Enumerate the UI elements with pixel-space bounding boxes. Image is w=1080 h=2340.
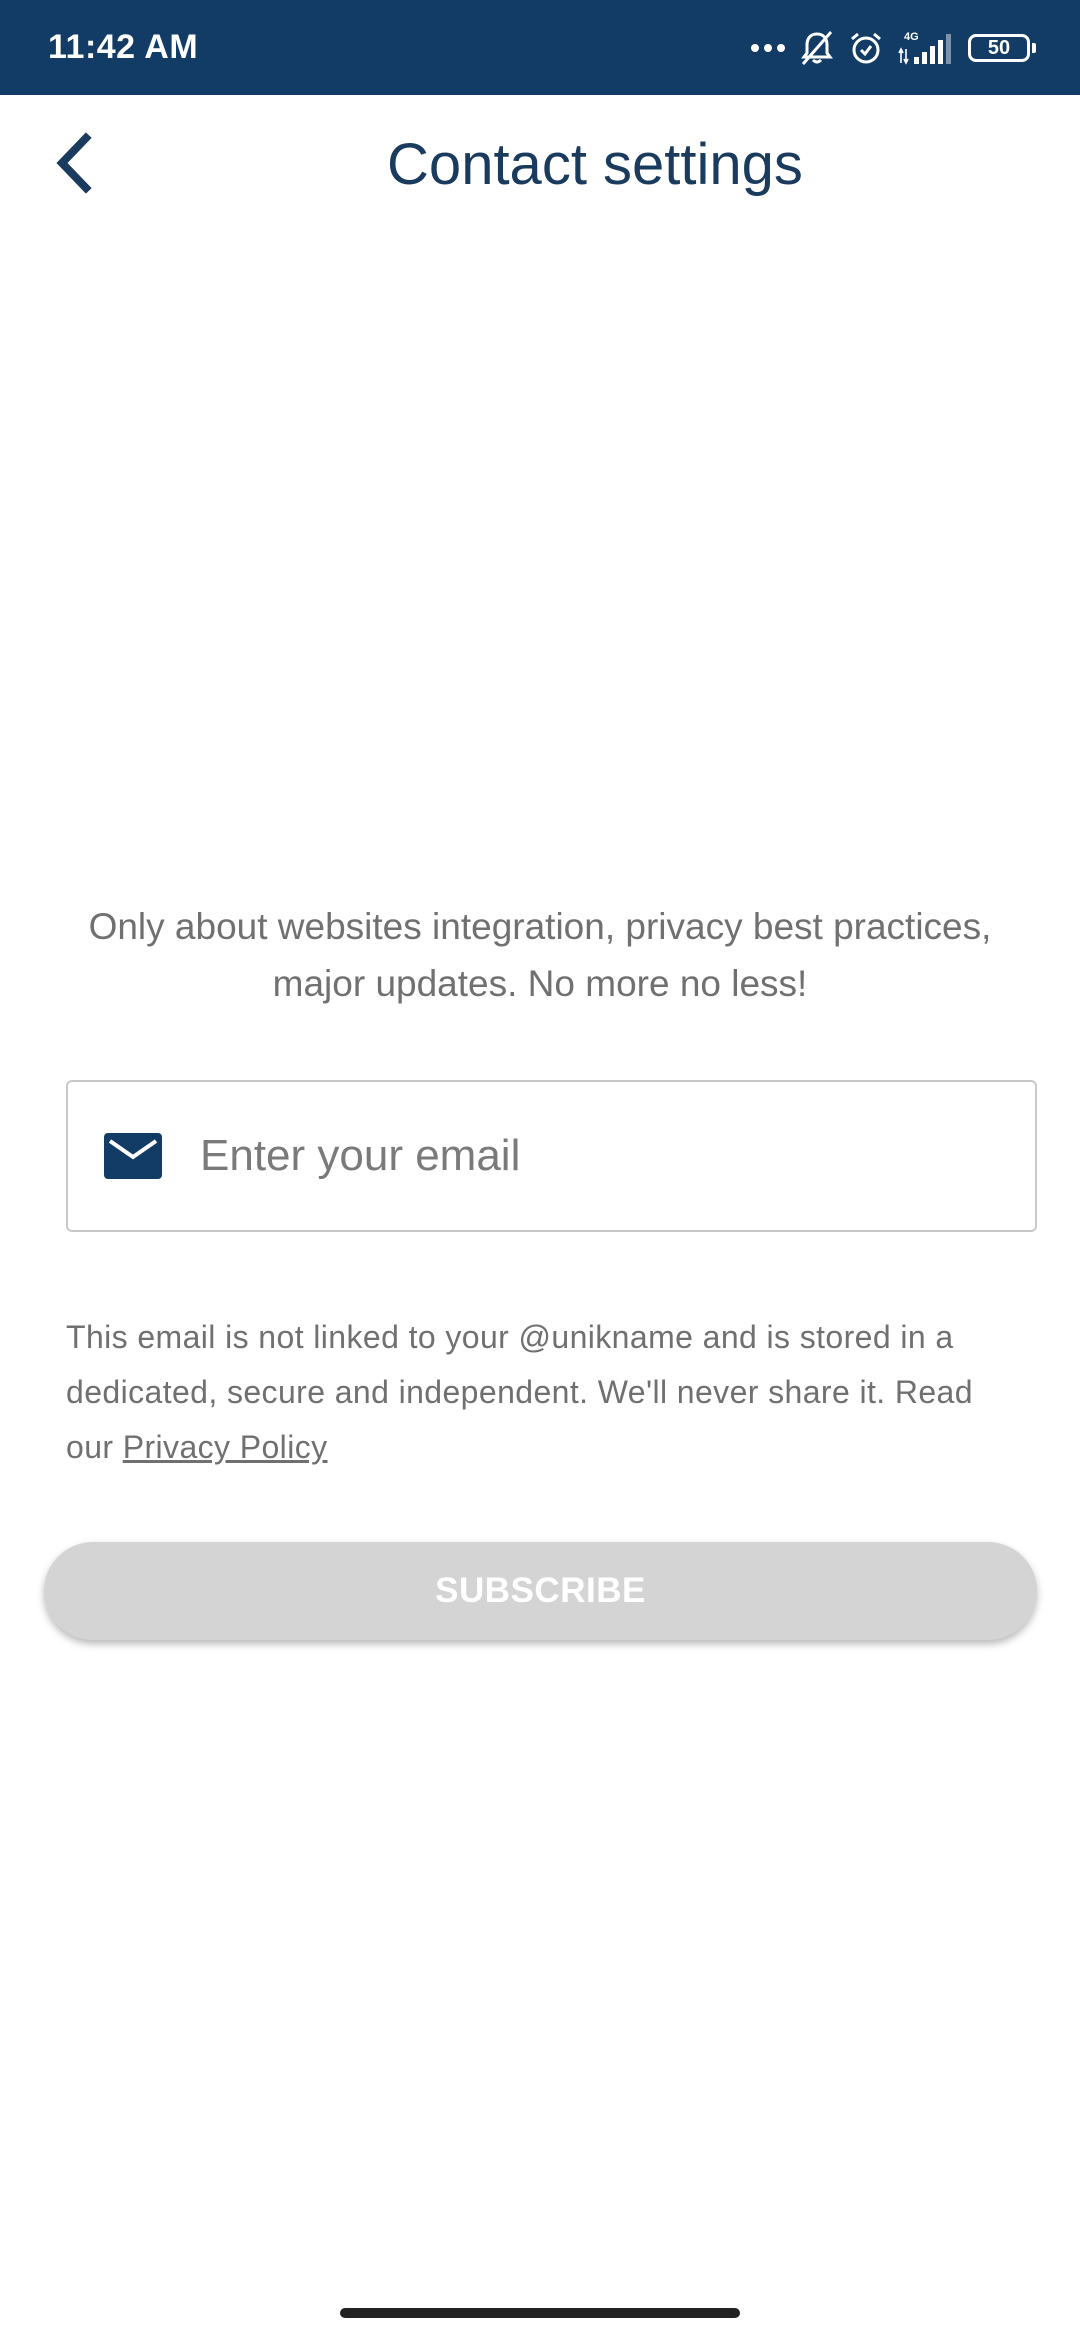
more-dots-icon [750,43,786,53]
status-time: 11:42 AM [48,28,199,66]
signal-4g-icon: 4G [898,29,954,67]
status-bar: 11:42 AM 4G 50 [0,0,1080,95]
notifications-off-icon [800,30,834,66]
disclaimer: This email is not linked to your @unikna… [66,1310,1026,1475]
home-indicator[interactable] [340,2308,740,2318]
email-input[interactable] [200,1116,960,1196]
mail-icon [104,1132,162,1180]
battery-icon: 50 [968,34,1036,62]
app-bar: Contact settings [0,95,1080,235]
page-title: Contact settings [387,132,803,197]
subscribe-button[interactable]: SUBSCRIBE [44,1542,1037,1640]
email-field[interactable] [66,1080,1037,1232]
alarm-icon [848,30,884,66]
intro-text: Only about websites integration, privacy… [88,906,992,1004]
status-icons: 4G 50 [750,26,1036,70]
battery-level: 50 [987,36,1011,59]
network-type-label: 4G [904,31,919,43]
privacy-policy-link[interactable]: Privacy Policy [123,1429,328,1465]
